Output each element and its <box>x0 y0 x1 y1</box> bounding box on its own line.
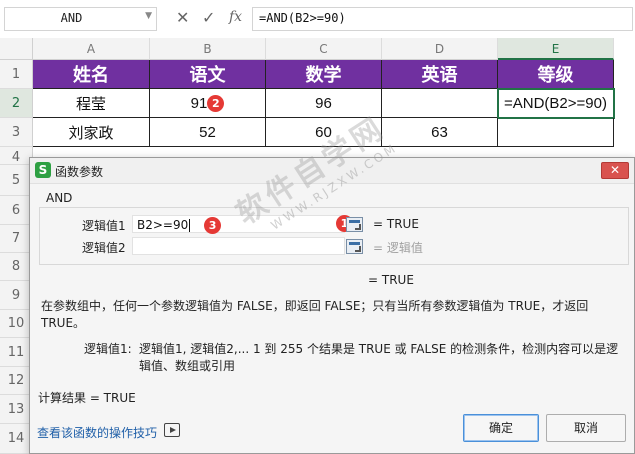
param-description: 逻辑值1, 逻辑值2,... 1 到 255 个结果是 TRUE 或 FALSE… <box>139 342 619 373</box>
cell-a1[interactable]: 姓名 <box>33 60 150 89</box>
video-play-icon[interactable] <box>164 423 180 437</box>
column-header-b[interactable]: B <box>150 38 266 60</box>
cell-d3[interactable]: 63 <box>382 118 498 147</box>
cell-a2[interactable]: 程莹 <box>33 89 150 118</box>
param-label: 逻辑值1: <box>84 342 132 356</box>
cell-c1[interactable]: 数学 <box>266 60 382 89</box>
column-header-a[interactable]: A <box>33 38 150 60</box>
function-arguments-dialog: S 函数参数 ✕ AND 逻辑值1 B2>=90 3 1 = TRUE 逻辑值2… <box>29 157 635 454</box>
cell-c2[interactable]: 96 <box>266 89 382 118</box>
column-header-c[interactable]: C <box>266 38 382 60</box>
arg2-label: 逻辑值2 <box>82 241 126 255</box>
row-header-1[interactable]: 1 <box>0 60 33 89</box>
fx-icon[interactable]: fx <box>229 9 242 25</box>
cell-d2[interactable] <box>382 89 498 118</box>
wps-app-icon: S <box>35 162 51 178</box>
chevron-down-icon[interactable]: ▼ <box>145 11 152 21</box>
collapse-dialog-icon[interactable] <box>346 217 363 232</box>
cancel-button[interactable]: 取消 <box>546 414 626 442</box>
arg2-input[interactable] <box>132 237 345 255</box>
ok-button[interactable]: 确定 <box>463 414 539 442</box>
text-cursor <box>189 219 191 232</box>
name-box-value: AND <box>60 11 83 25</box>
cell-b1[interactable]: 语文 <box>150 60 266 89</box>
collapse-dialog-icon[interactable] <box>346 239 363 254</box>
check-icon[interactable]: ✓ <box>202 8 215 27</box>
active-cell-border <box>497 88 615 119</box>
dialog-title: 函数参数 <box>55 165 104 179</box>
row-header-2[interactable]: 2 <box>0 89 33 118</box>
step-badge-2: 2 <box>207 94 225 112</box>
arg1-input[interactable]: B2>=90 3 <box>132 215 345 234</box>
arg1-result: = TRUE <box>373 217 419 231</box>
formula-bar: AND ▼ ✕ ✓ fx =AND(B2>=90) <box>0 0 635 38</box>
cell-c3[interactable]: 60 <box>266 118 382 147</box>
function-description: 在参数组中，任何一个参数逻辑值为 FALSE，即返回 FALSE；只有当所有参数… <box>41 299 589 330</box>
cell-e1[interactable]: 等级 <box>498 60 614 89</box>
overall-result: = TRUE <box>368 273 414 287</box>
column-header-d[interactable]: D <box>382 38 498 60</box>
formula-input[interactable]: =AND(B2>=90) <box>252 7 633 31</box>
dialog-title-bar[interactable]: S 函数参数 ✕ <box>30 158 634 184</box>
arg2-result: = 逻辑值 <box>373 241 423 255</box>
cell-e3[interactable] <box>498 118 614 147</box>
cell-b2[interactable]: 91 2 <box>150 89 266 118</box>
select-all-corner[interactable] <box>0 38 33 60</box>
cell-a3[interactable]: 刘家政 <box>33 118 150 147</box>
arg1-value: B2>=90 <box>137 218 189 232</box>
cell-b2-value: 91 <box>190 94 208 112</box>
cell-d1[interactable]: 英语 <box>382 60 498 89</box>
column-header-e[interactable]: E <box>498 38 614 60</box>
close-icon[interactable]: ✕ <box>176 8 189 27</box>
step-badge-3: 3 <box>204 217 222 234</box>
calc-result: 计算结果 = TRUE <box>38 391 136 405</box>
cell-b3[interactable]: 52 <box>150 118 266 147</box>
function-name: AND <box>46 191 73 205</box>
close-button[interactable]: ✕ <box>601 162 629 179</box>
arg1-label: 逻辑值1 <box>82 219 126 233</box>
row-header-3[interactable]: 3 <box>0 118 33 147</box>
name-box[interactable]: AND ▼ <box>4 7 157 31</box>
help-link[interactable]: 查看该函数的操作技巧 <box>37 424 157 441</box>
